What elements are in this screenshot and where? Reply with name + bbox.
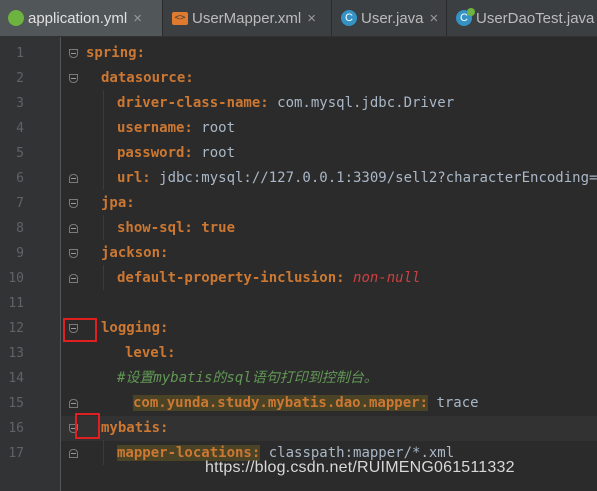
fold-end-icon[interactable] bbox=[69, 449, 78, 458]
tab-label: UserMapper.xml bbox=[192, 9, 302, 27]
fold-end-icon[interactable] bbox=[69, 274, 78, 283]
line-number: 7 bbox=[16, 196, 24, 211]
watermark: https://blog.csdn.net/RUIMENG061511332 bbox=[205, 459, 515, 476]
spring-leaf-icon bbox=[8, 10, 24, 26]
yaml-key: username: bbox=[117, 120, 193, 136]
line-number: 10 bbox=[8, 271, 24, 286]
editor-tab-bar: application.yml × <> UserMapper.xml × C … bbox=[0, 0, 597, 37]
yaml-key: datasource: bbox=[101, 70, 194, 86]
line-number: 4 bbox=[16, 121, 24, 136]
yaml-key: show-sql: bbox=[117, 220, 193, 236]
code-line-3[interactable]: driver-class-name: com.mysql.jdbc.Driver bbox=[117, 91, 454, 116]
close-icon[interactable]: × bbox=[133, 10, 142, 27]
indent-guide bbox=[103, 265, 104, 290]
tab-label: User.java bbox=[361, 9, 424, 27]
code-line-14[interactable]: #设置mybatis的sql语句打印到控制台。 bbox=[117, 366, 378, 391]
fold-toggle-icon[interactable] bbox=[69, 49, 78, 58]
fold-end-icon[interactable] bbox=[69, 174, 78, 183]
code-line-8[interactable]: show-sql: true bbox=[117, 216, 235, 241]
tab-label: UserDaoTest.java bbox=[476, 9, 595, 27]
yaml-value: trace bbox=[428, 395, 479, 411]
line-number: 3 bbox=[16, 96, 24, 111]
code-line-15[interactable]: com.yunda.study.mybatis.dao.mapper: trac… bbox=[133, 391, 479, 416]
close-icon[interactable]: × bbox=[307, 10, 316, 27]
fold-toggle-icon[interactable] bbox=[69, 199, 78, 208]
line-number: 8 bbox=[16, 221, 24, 236]
code-line-6[interactable]: url: jdbc:mysql://127.0.0.1:3309/sell2?c… bbox=[117, 166, 597, 191]
line-number-gutter: 1 2 3 4 5 6 7 8 9 10 11 12 13 14 15 16 1… bbox=[0, 37, 60, 491]
yaml-key: spring: bbox=[86, 45, 146, 61]
yaml-key: jpa: bbox=[101, 195, 135, 211]
tab-userdaotest-java[interactable]: C UserDaoTest.java bbox=[448, 0, 597, 36]
yaml-value: root bbox=[192, 145, 236, 161]
yaml-value: true bbox=[192, 220, 236, 236]
yaml-value: com.mysql.jdbc.Driver bbox=[268, 95, 455, 111]
annotation-box-logging bbox=[63, 318, 97, 342]
code-line-2[interactable]: datasource: bbox=[101, 66, 194, 91]
fold-toggle-icon[interactable] bbox=[69, 249, 78, 258]
yaml-key: driver-class-name: bbox=[117, 95, 269, 111]
tab-application-yml[interactable]: application.yml × bbox=[0, 0, 163, 36]
indent-guide bbox=[103, 215, 104, 240]
yaml-key: jackson: bbox=[101, 245, 169, 261]
indent-guide bbox=[103, 440, 104, 465]
line-number: 14 bbox=[8, 371, 24, 386]
yaml-key: default-property-inclusion: bbox=[117, 270, 345, 286]
yaml-value: non-null bbox=[353, 270, 421, 286]
line-number: 5 bbox=[16, 146, 24, 161]
line-number: 9 bbox=[16, 246, 24, 261]
code-line-1[interactable]: spring: bbox=[86, 41, 145, 66]
line-number: 17 bbox=[8, 446, 24, 461]
fold-toggle-icon[interactable] bbox=[69, 74, 78, 83]
line-number: 12 bbox=[8, 321, 24, 336]
line-number: 6 bbox=[16, 171, 24, 186]
yaml-comment: #设置mybatis的sql语句打印到控制台。 bbox=[117, 370, 378, 386]
close-icon[interactable]: × bbox=[430, 10, 439, 27]
yaml-key: url: bbox=[117, 170, 151, 186]
tab-user-java[interactable]: C User.java × bbox=[333, 0, 447, 36]
indent-guide bbox=[103, 90, 104, 190]
line-number: 16 bbox=[8, 421, 24, 436]
code-line-16[interactable]: mybatis: bbox=[101, 416, 168, 441]
yaml-key: logging: bbox=[101, 320, 169, 336]
annotation-box-mybatis bbox=[75, 413, 100, 439]
line-number: 11 bbox=[8, 296, 24, 311]
code-line-9[interactable]: jackson: bbox=[101, 241, 168, 266]
yaml-key: level: bbox=[125, 345, 176, 361]
yaml-key: password: bbox=[117, 145, 193, 161]
fold-end-icon[interactable] bbox=[69, 224, 78, 233]
code-line-13[interactable]: level: bbox=[125, 341, 176, 366]
code-line-5[interactable]: password: root bbox=[117, 141, 235, 166]
code-line-4[interactable]: username: root bbox=[117, 116, 235, 141]
code-line-10[interactable]: default-property-inclusion: non-null bbox=[117, 266, 420, 291]
java-test-class-icon: C bbox=[456, 8, 475, 26]
line-number: 2 bbox=[16, 71, 24, 86]
tab-label: application.yml bbox=[28, 9, 128, 27]
code-line-7[interactable]: jpa: bbox=[101, 191, 135, 216]
yaml-key: com.yunda.study.mybatis.dao.mapper: bbox=[133, 395, 429, 411]
xml-file-icon: <> bbox=[172, 11, 188, 25]
yaml-key: mybatis: bbox=[101, 420, 169, 436]
line-number: 1 bbox=[16, 46, 24, 61]
code-line-12[interactable]: logging: bbox=[101, 316, 168, 341]
tab-usermapper-xml[interactable]: <> UserMapper.xml × bbox=[164, 0, 332, 36]
yaml-value: root bbox=[192, 120, 236, 136]
line-number: 15 bbox=[8, 396, 24, 411]
java-class-icon: C bbox=[341, 10, 357, 26]
yaml-value: jdbc:mysql://127.0.0.1:3309/sell2?charac… bbox=[150, 170, 597, 186]
fold-end-icon[interactable] bbox=[69, 399, 78, 408]
line-number: 13 bbox=[8, 346, 24, 361]
